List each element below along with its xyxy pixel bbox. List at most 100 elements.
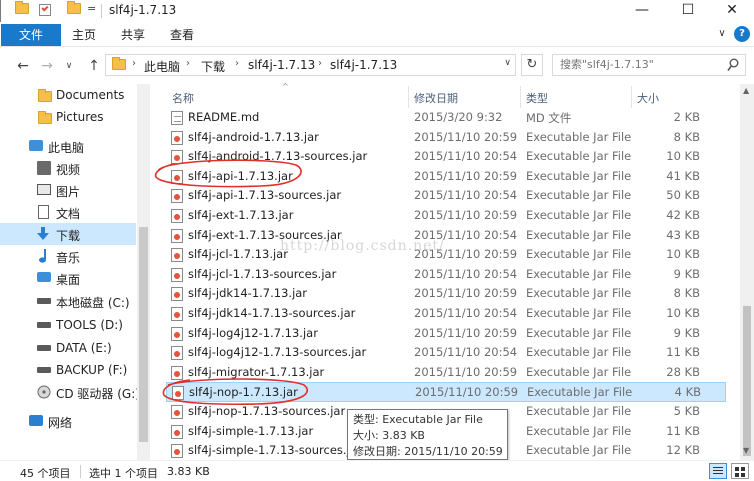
- nav-item-drive-d[interactable]: TOOLS (D:): [0, 314, 136, 336]
- file-size: 9 KB: [673, 325, 700, 340]
- network-icon: [29, 415, 43, 426]
- file-date: 2015/11/10 20:54: [414, 266, 518, 281]
- search-box[interactable]: [552, 54, 746, 76]
- file-list-scrollbar[interactable]: ▲ ▼: [740, 84, 754, 460]
- table-row[interactable]: slf4j-jdk14-1.7.13.jar 2015/11/10 20:59 Ex…: [166, 284, 726, 304]
- title-divider: [101, 4, 102, 18]
- jar-file-icon: [171, 365, 183, 380]
- column-divider[interactable]: [631, 86, 632, 108]
- column-date-header[interactable]: 修改日期: [414, 90, 458, 106]
- help-icon[interactable]: ?: [734, 26, 750, 42]
- large-icons-view-button[interactable]: [731, 463, 749, 479]
- table-row[interactable]: README.md 2015/3/20 9:32 MD 文件 2 KB: [166, 108, 726, 128]
- table-row[interactable]: slf4j-android-1.7.13.jar 2015/11/10 20:59…: [166, 128, 726, 148]
- nav-pane-scrollbar[interactable]: [137, 84, 150, 460]
- nav-item-network[interactable]: 网络: [0, 410, 136, 432]
- breadcrumb-slf4j-parent[interactable]: slf4j-1.7.13: [248, 58, 315, 72]
- nav-item-desktop[interactable]: 桌面: [0, 267, 136, 289]
- selection-count: 选中 1 个项目: [89, 467, 158, 480]
- nav-item-label: 网络: [48, 416, 73, 430]
- scroll-down-arrow[interactable]: ▼: [743, 446, 749, 455]
- crumb-separator[interactable]: ›: [235, 58, 239, 69]
- watermark: http://blog.csdn.net/: [280, 238, 445, 254]
- up-button[interactable]: ↑: [85, 57, 103, 75]
- quick-access-dropdown[interactable]: =: [87, 2, 96, 18]
- table-row[interactable]: slf4j-jcl-1.7.13-sources.jar 2015/11/10 2…: [166, 265, 726, 285]
- column-divider[interactable]: [520, 86, 521, 108]
- file-size: 2 KB: [673, 110, 700, 124]
- tab-home[interactable]: 主页: [72, 24, 96, 46]
- table-row[interactable]: slf4j-nop-1.7.13.jar 2015/11/10 20:59 Exec…: [166, 382, 726, 402]
- status-bar: 45 个项目 选中 1 个项目 3.83 KB: [0, 460, 754, 481]
- table-row[interactable]: slf4j-ext-1.7.13-sources.jar 2015/11/10 2…: [166, 226, 726, 246]
- file-type: Executable Jar File: [527, 385, 633, 400]
- table-row[interactable]: slf4j-ext-1.7.13.jar 2015/11/10 20:59 Exec…: [166, 206, 726, 226]
- nav-pane-scrollbar-thumb[interactable]: [139, 227, 148, 442]
- table-row[interactable]: slf4j-jcl-1.7.13.jar 2015/11/10 20:59 Exec…: [166, 245, 726, 265]
- nav-item-drive-g[interactable]: CD 驱动器 (G:): [0, 381, 140, 403]
- nav-item-videos[interactable]: 视频: [0, 157, 136, 179]
- ribbon-collapse-icon[interactable]: ∨: [714, 26, 730, 42]
- file-type: Executable Jar File: [526, 266, 632, 281]
- nav-item-drive-e[interactable]: DATA (E:): [0, 337, 136, 359]
- file-date: 2015/11/10 20:54: [414, 306, 518, 320]
- details-view-button[interactable]: [709, 463, 727, 479]
- refresh-button[interactable]: ↻: [521, 54, 543, 76]
- search-input[interactable]: [560, 58, 720, 71]
- address-dropdown-icon[interactable]: ∨: [504, 58, 511, 68]
- column-name-header[interactable]: 名称: [172, 90, 194, 106]
- properties-icon[interactable]: [39, 4, 51, 16]
- table-row[interactable]: slf4j-log4j12-1.7.13.jar 2015/11/10 20:59…: [166, 324, 726, 344]
- crumb-separator[interactable]: ›: [318, 58, 322, 69]
- table-row[interactable]: slf4j-api-1.7.13.jar 2015/11/10 20:59 Exec…: [166, 167, 726, 187]
- table-row[interactable]: slf4j-migrator-1.7.13.jar 2015/11/10 20:5…: [166, 363, 726, 383]
- tab-share[interactable]: 共享: [121, 24, 145, 46]
- tab-file[interactable]: 文件: [1, 24, 61, 46]
- file-date: 2015/11/10 20:54: [414, 188, 518, 203]
- tab-view[interactable]: 查看: [170, 24, 194, 46]
- back-button[interactable]: ←: [14, 57, 32, 75]
- nav-item-this-pc[interactable]: 此电脑: [0, 135, 136, 157]
- file-size: 28 KB: [666, 364, 700, 379]
- nav-item-documents-library[interactable]: 文档: [0, 201, 136, 223]
- table-row[interactable]: slf4j-jdk14-1.7.13-sources.jar 2015/11/10…: [166, 304, 726, 324]
- nav-item-music[interactable]: 音乐: [0, 245, 136, 267]
- nav-item-downloads[interactable]: 下载: [0, 223, 136, 245]
- nav-item-pictures[interactable]: Pictures: [0, 106, 136, 128]
- breadcrumb-downloads[interactable]: 下载: [201, 58, 225, 75]
- maximize-button[interactable]: ☐: [665, 0, 711, 22]
- scroll-up-arrow[interactable]: ▲: [743, 86, 749, 95]
- file-type: Executable Jar File: [526, 306, 632, 320]
- forward-button[interactable]: →: [38, 57, 56, 75]
- file-name: slf4j-android-1.7.13-sources.jar: [188, 149, 368, 164]
- column-size-header[interactable]: 大小: [637, 90, 659, 106]
- navigation-pane: Documents Pictures 此电脑 视频 图片 文档 下载 音乐 桌面: [0, 84, 150, 460]
- recent-locations-button[interactable]: ∨: [60, 57, 78, 75]
- address-bar[interactable]: › 此电脑 › 下载 › slf4j-1.7.13 › slf4j-1.7.13…: [105, 54, 516, 76]
- column-type-header[interactable]: 类型: [526, 90, 548, 106]
- close-button[interactable]: ✕: [709, 0, 754, 22]
- search-icon[interactable]: [727, 58, 739, 72]
- new-folder-icon[interactable]: [67, 1, 81, 19]
- jar-file-icon: [171, 130, 183, 145]
- nav-item-documents[interactable]: Documents: [0, 84, 136, 106]
- nav-item-pictures-library[interactable]: 图片: [0, 179, 136, 201]
- file-list-scrollbar-thumb[interactable]: [743, 306, 751, 456]
- file-size: 10 KB: [666, 247, 700, 262]
- minimize-button[interactable]: —: [619, 0, 665, 22]
- column-divider[interactable]: [408, 86, 409, 108]
- file-size: 8 KB: [673, 129, 700, 144]
- nav-item-drive-f[interactable]: BACKUP (F:): [0, 359, 136, 381]
- crumb-separator[interactable]: ›: [186, 58, 190, 69]
- table-row[interactable]: slf4j-android-1.7.13-sources.jar 2015/11/…: [166, 147, 726, 167]
- table-row[interactable]: slf4j-log4j12-1.7.13-sources.jar 2015/11/…: [166, 343, 726, 363]
- file-size: 9 KB: [673, 266, 700, 281]
- nav-item-drive-c[interactable]: 本地磁盘 (C:): [0, 290, 136, 312]
- ribbon: 文件 主页 共享 查看 ∨ ?: [0, 22, 754, 47]
- address-folder-icon: [112, 57, 126, 70]
- breadcrumb-this-pc[interactable]: 此电脑: [144, 58, 180, 75]
- table-row[interactable]: slf4j-api-1.7.13-sources.jar 2015/11/10 2…: [166, 186, 726, 206]
- crumb-separator[interactable]: ›: [132, 58, 136, 69]
- file-size: 43 KB: [666, 227, 700, 242]
- breadcrumb-slf4j-current[interactable]: slf4j-1.7.13: [330, 58, 397, 72]
